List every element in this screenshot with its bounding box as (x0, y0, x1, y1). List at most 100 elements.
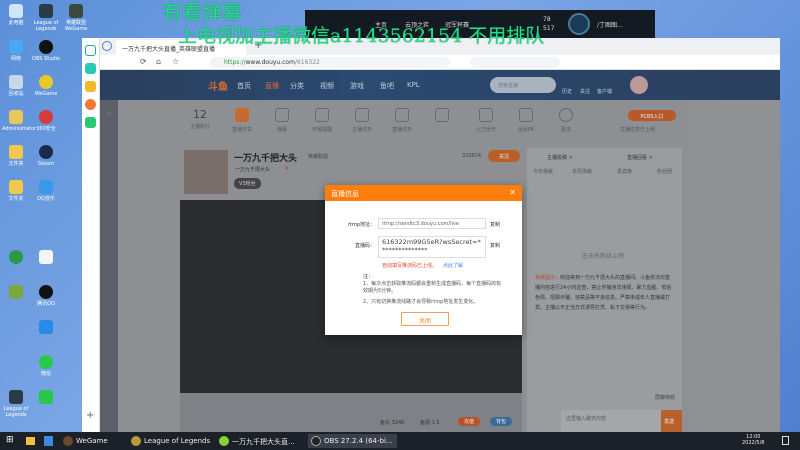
nav-item[interactable]: 视频 (320, 81, 334, 91)
toolbar-item[interactable]: 弹幕 (262, 108, 302, 133)
browser-sidebar: + (82, 38, 100, 432)
desktop-icon[interactable] (32, 250, 60, 266)
weibo-icon[interactable] (85, 99, 96, 110)
avatar[interactable] (568, 13, 590, 35)
nav-item[interactable]: 直播 (265, 81, 279, 91)
desktop-icon[interactable]: 微信 (32, 355, 60, 377)
stream-key-field[interactable]: 616322m99G5eR?wsSecret=*************** (378, 236, 486, 258)
follow-button[interactable]: 关注 (488, 150, 520, 162)
currency-value: 517 (543, 25, 555, 32)
url-input[interactable]: https://www.douyu.com/616322 (210, 57, 450, 68)
address-bar: ⟳ ⌂ ☆ https://www.douyu.com/616322 (100, 55, 780, 70)
block-effects-checkbox[interactable]: 屏蔽特效 (655, 394, 675, 401)
toolbar-item[interactable] (422, 108, 462, 126)
user-avatar[interactable] (630, 76, 648, 94)
chat-tab[interactable]: 贵宾席 (617, 168, 632, 175)
refresh-icon[interactable]: ⟳ (140, 57, 147, 66)
douyu-side: ♡ (100, 100, 118, 432)
chat-tab[interactable]: 本周贡献 (572, 168, 592, 175)
desktop-icon[interactable]: 此电脑 (2, 4, 30, 26)
taskbar: ⊞ WeGame League of Legends 一万九千把大头直... O… (0, 432, 800, 450)
desktop-icon[interactable]: QQ音乐 (32, 180, 60, 202)
overlay-text-2: 上电视加主播微信a1143562154 不用排队 (178, 25, 545, 47)
add-icon[interactable]: + (86, 410, 94, 421)
taskbar-app[interactable]: OBS 27.2.4 (64-bi... (308, 434, 397, 448)
douyu-nav: 斗鱼 首页 直播 分类 视频 游戏 鱼吧 KPL 搜索直播 历史 关注 客户端 (100, 70, 780, 100)
desktop-icon[interactable]: 360安全 (32, 110, 60, 132)
desktop-icon[interactable]: 网络 (2, 40, 30, 62)
copy-key-button[interactable]: 复制 (490, 242, 500, 249)
desktop-icon[interactable]: OBS Studio (32, 40, 60, 62)
history-button[interactable]: 历史 (562, 88, 572, 95)
desktop-icon[interactable] (32, 390, 60, 406)
anchor-toolbar: 12 主播积分 直播开关 弹幕 开播提醒 主播任务 直播任务 火力全开 全民PK … (180, 100, 740, 142)
toolbar-item[interactable]: 更多 (546, 108, 586, 133)
toolbar-item[interactable]: 直播任务 (382, 108, 422, 133)
close-icon[interactable]: ✕ (509, 188, 516, 197)
desktop-icon[interactable]: 文件夹 (2, 180, 30, 202)
notification-icon[interactable] (782, 436, 789, 445)
file-explorer-icon[interactable] (26, 437, 35, 445)
nav-item[interactable]: 分类 (290, 81, 304, 91)
toolbar-item[interactable]: 主播任务 (342, 108, 382, 133)
desktop-icon[interactable] (2, 285, 30, 301)
gift-bar: 鱼丸 3240 鱼翅 1.5 充值 背包 (180, 393, 522, 432)
taskbar-app[interactable]: League of Legends (128, 434, 214, 448)
desktop-icon[interactable] (32, 320, 60, 336)
home-icon[interactable]: ⌂ (156, 57, 161, 66)
desktop-icon[interactable]: 文件夹 (2, 145, 30, 167)
toolbar-item[interactable]: 开播提醒 (302, 108, 342, 133)
desktop-icon[interactable]: League of Legends (2, 390, 30, 418)
chat-tab[interactable]: 今日贡献 (533, 168, 553, 175)
browser-search-input[interactable] (470, 57, 560, 68)
desktop-icon[interactable]: WeGame (32, 75, 60, 97)
desktop-icon[interactable]: League of Legends (32, 4, 60, 32)
nav-item[interactable]: KPL (407, 81, 420, 89)
fans-count: 320824 (462, 153, 482, 159)
star-icon[interactable] (85, 81, 96, 92)
desktop-icon[interactable] (2, 250, 30, 266)
browser-logo-icon (102, 41, 112, 51)
nav-item[interactable]: 首页 (237, 81, 251, 91)
copy-rtmp-button[interactable]: 复制 (490, 221, 500, 228)
toolbar-item[interactable]: 全民PK (506, 108, 546, 133)
clock[interactable]: 12:00 2022/5/8 (742, 434, 764, 446)
start-button[interactable]: ⊞ (6, 435, 14, 445)
follow-icon[interactable]: ♡ (100, 112, 118, 118)
desktop-icon[interactable]: 英雄联盟WeGame (62, 4, 90, 32)
store-icon[interactable] (44, 436, 53, 446)
rtmp-address-field[interactable]: rtmp://sendtc3.douyu.com/live (378, 218, 486, 229)
star-icon[interactable]: ☆ (172, 57, 179, 66)
username: /丁图图... (597, 22, 623, 29)
level-value: 12 (193, 108, 207, 121)
toolbar-item[interactable]: 直播开关 (222, 108, 262, 133)
douyu-logo[interactable]: 斗鱼 (208, 78, 228, 93)
bag-button[interactable]: 背包 (490, 417, 513, 426)
pcbs-button[interactable]: PCBS入口 (628, 110, 676, 121)
send-button[interactable]: 发送 (661, 410, 682, 432)
desktop-icon[interactable]: 回收站 (2, 75, 30, 97)
nav-item[interactable]: 鱼吧 (380, 81, 394, 91)
nav-item[interactable]: 游戏 (350, 81, 364, 91)
live-info-dialog: 直播信息 ✕ rtmp地址： rtmp://sendtc3.douyu.com/l… (325, 185, 522, 335)
recharge-button[interactable]: 充值 (458, 417, 481, 426)
close-button[interactable]: 关闭 (401, 312, 449, 326)
douyu-search-input[interactable]: 搜索直播 (490, 77, 556, 93)
mail-icon[interactable] (85, 117, 96, 128)
streamer-avatar[interactable] (184, 150, 228, 194)
chat-panel: 主播投稿 > 直播回看 > 今日贡献 本周贡献 贵宾席 粉丝团 还未有粉丝上榜 … (527, 148, 682, 432)
follow-list-button[interactable]: 关注 (580, 88, 590, 95)
desktop-icon[interactable]: Steam (32, 145, 60, 167)
desktop-icon[interactable]: 腾讯QQ (32, 285, 60, 307)
toolbar-item[interactable]: 火力全开 (466, 108, 506, 133)
app-icon[interactable] (85, 63, 96, 74)
fans-badge[interactable]: V3粉丝 (234, 178, 261, 189)
client-button[interactable]: 客户端 (597, 88, 612, 95)
chat-tab[interactable]: 粉丝团 (657, 168, 672, 175)
dialog-header: 直播信息 ✕ (325, 185, 522, 201)
taskbar-app[interactable]: WeGame (60, 434, 112, 448)
learn-more-link[interactable]: 点此了解 (443, 262, 463, 269)
taskbar-app[interactable]: 一万九千把大头直... (216, 434, 299, 448)
chat-input[interactable]: 这里输入聊天内容 (561, 410, 661, 432)
desktop-icon[interactable]: Administrator (2, 110, 36, 132)
